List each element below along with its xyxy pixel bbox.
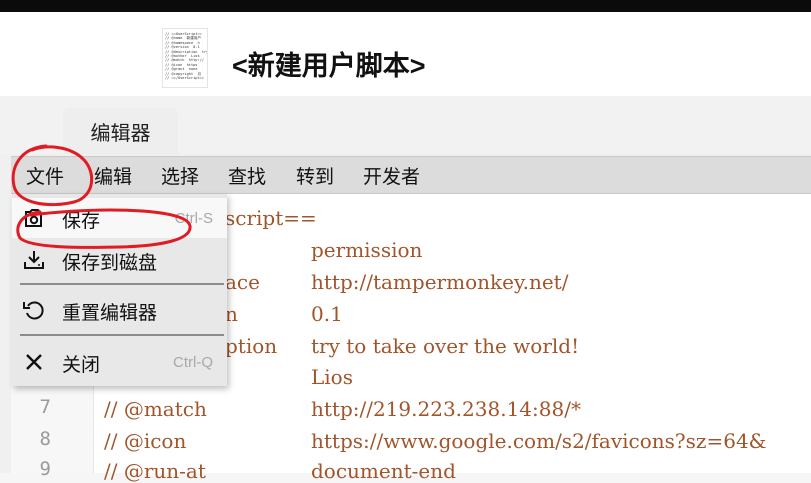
script-logo-thumbnail: // ==UserScript== // @name 新建用户 // @name… bbox=[162, 28, 208, 88]
line-number: 9 bbox=[39, 458, 51, 480]
window-top-bar bbox=[0, 0, 811, 12]
menu-goto[interactable]: 转到 bbox=[296, 157, 334, 193]
save-icon bbox=[25, 209, 42, 227]
code-line-key: ption bbox=[225, 334, 278, 358]
menu-select[interactable]: 选择 bbox=[161, 157, 199, 193]
code-line-key: // @icon bbox=[104, 429, 187, 453]
file-menu-save[interactable]: 保存 Ctrl-S bbox=[12, 198, 227, 238]
code-line-value: document-end bbox=[311, 459, 456, 483]
file-menu-save-to-disk[interactable]: 保存到磁盘 bbox=[12, 240, 227, 280]
line-number: 8 bbox=[39, 428, 51, 450]
file-menu-close-shortcut: Ctrl-Q bbox=[173, 354, 213, 371]
menu-divider bbox=[20, 283, 224, 285]
menu-developer[interactable]: 开发者 bbox=[363, 157, 420, 193]
code-line-key: script== bbox=[225, 206, 317, 230]
file-menu-save-shortcut: Ctrl-S bbox=[174, 210, 213, 227]
code-line-key: ace bbox=[225, 270, 260, 294]
file-menu-close-label: 关闭 bbox=[62, 354, 101, 376]
code-line-key: // @match bbox=[104, 397, 207, 421]
menu-file[interactable]: 文件 bbox=[26, 157, 64, 193]
page-title: <新建用户脚本> bbox=[232, 51, 426, 81]
file-menu-save-to-disk-label: 保存到磁盘 bbox=[62, 252, 158, 274]
download-icon bbox=[24, 251, 44, 269]
code-line-key: // @run-at bbox=[104, 459, 206, 483]
code-line-value: try to take over the world! bbox=[311, 334, 580, 358]
close-icon bbox=[26, 354, 42, 370]
menu-find[interactable]: 查找 bbox=[228, 157, 266, 193]
line-number: 7 bbox=[39, 396, 51, 418]
menu-edit[interactable]: 编辑 bbox=[94, 157, 132, 193]
file-menu-close[interactable]: 关闭 Ctrl-Q bbox=[12, 342, 227, 382]
editor-menubar: 文件 编辑 选择 查找 转到 开发者 bbox=[11, 156, 811, 194]
code-line-value: permission bbox=[311, 238, 423, 262]
code-line-value: https://www.google.com/s2/favicons?sz=64… bbox=[311, 429, 767, 453]
file-menu-save-label: 保存 bbox=[62, 210, 101, 232]
tab-editor[interactable]: 编辑器 bbox=[63, 108, 178, 154]
code-line-value: Lios bbox=[311, 365, 353, 389]
code-line-value: http://219.223.238.14:88/* bbox=[311, 397, 581, 421]
reset-icon bbox=[23, 301, 44, 320]
menu-divider bbox=[20, 334, 224, 336]
code-line-value: 0.1 bbox=[311, 302, 343, 326]
file-menu-dropdown: 保存 Ctrl-S 保存到磁盘 重置编辑器 关闭 Ctrl-Q bbox=[12, 194, 227, 386]
file-menu-reset-editor[interactable]: 重置编辑器 bbox=[12, 290, 227, 330]
file-menu-reset-editor-label: 重置编辑器 bbox=[62, 302, 158, 324]
code-line-value: http://tampermonkey.net/ bbox=[311, 270, 569, 294]
